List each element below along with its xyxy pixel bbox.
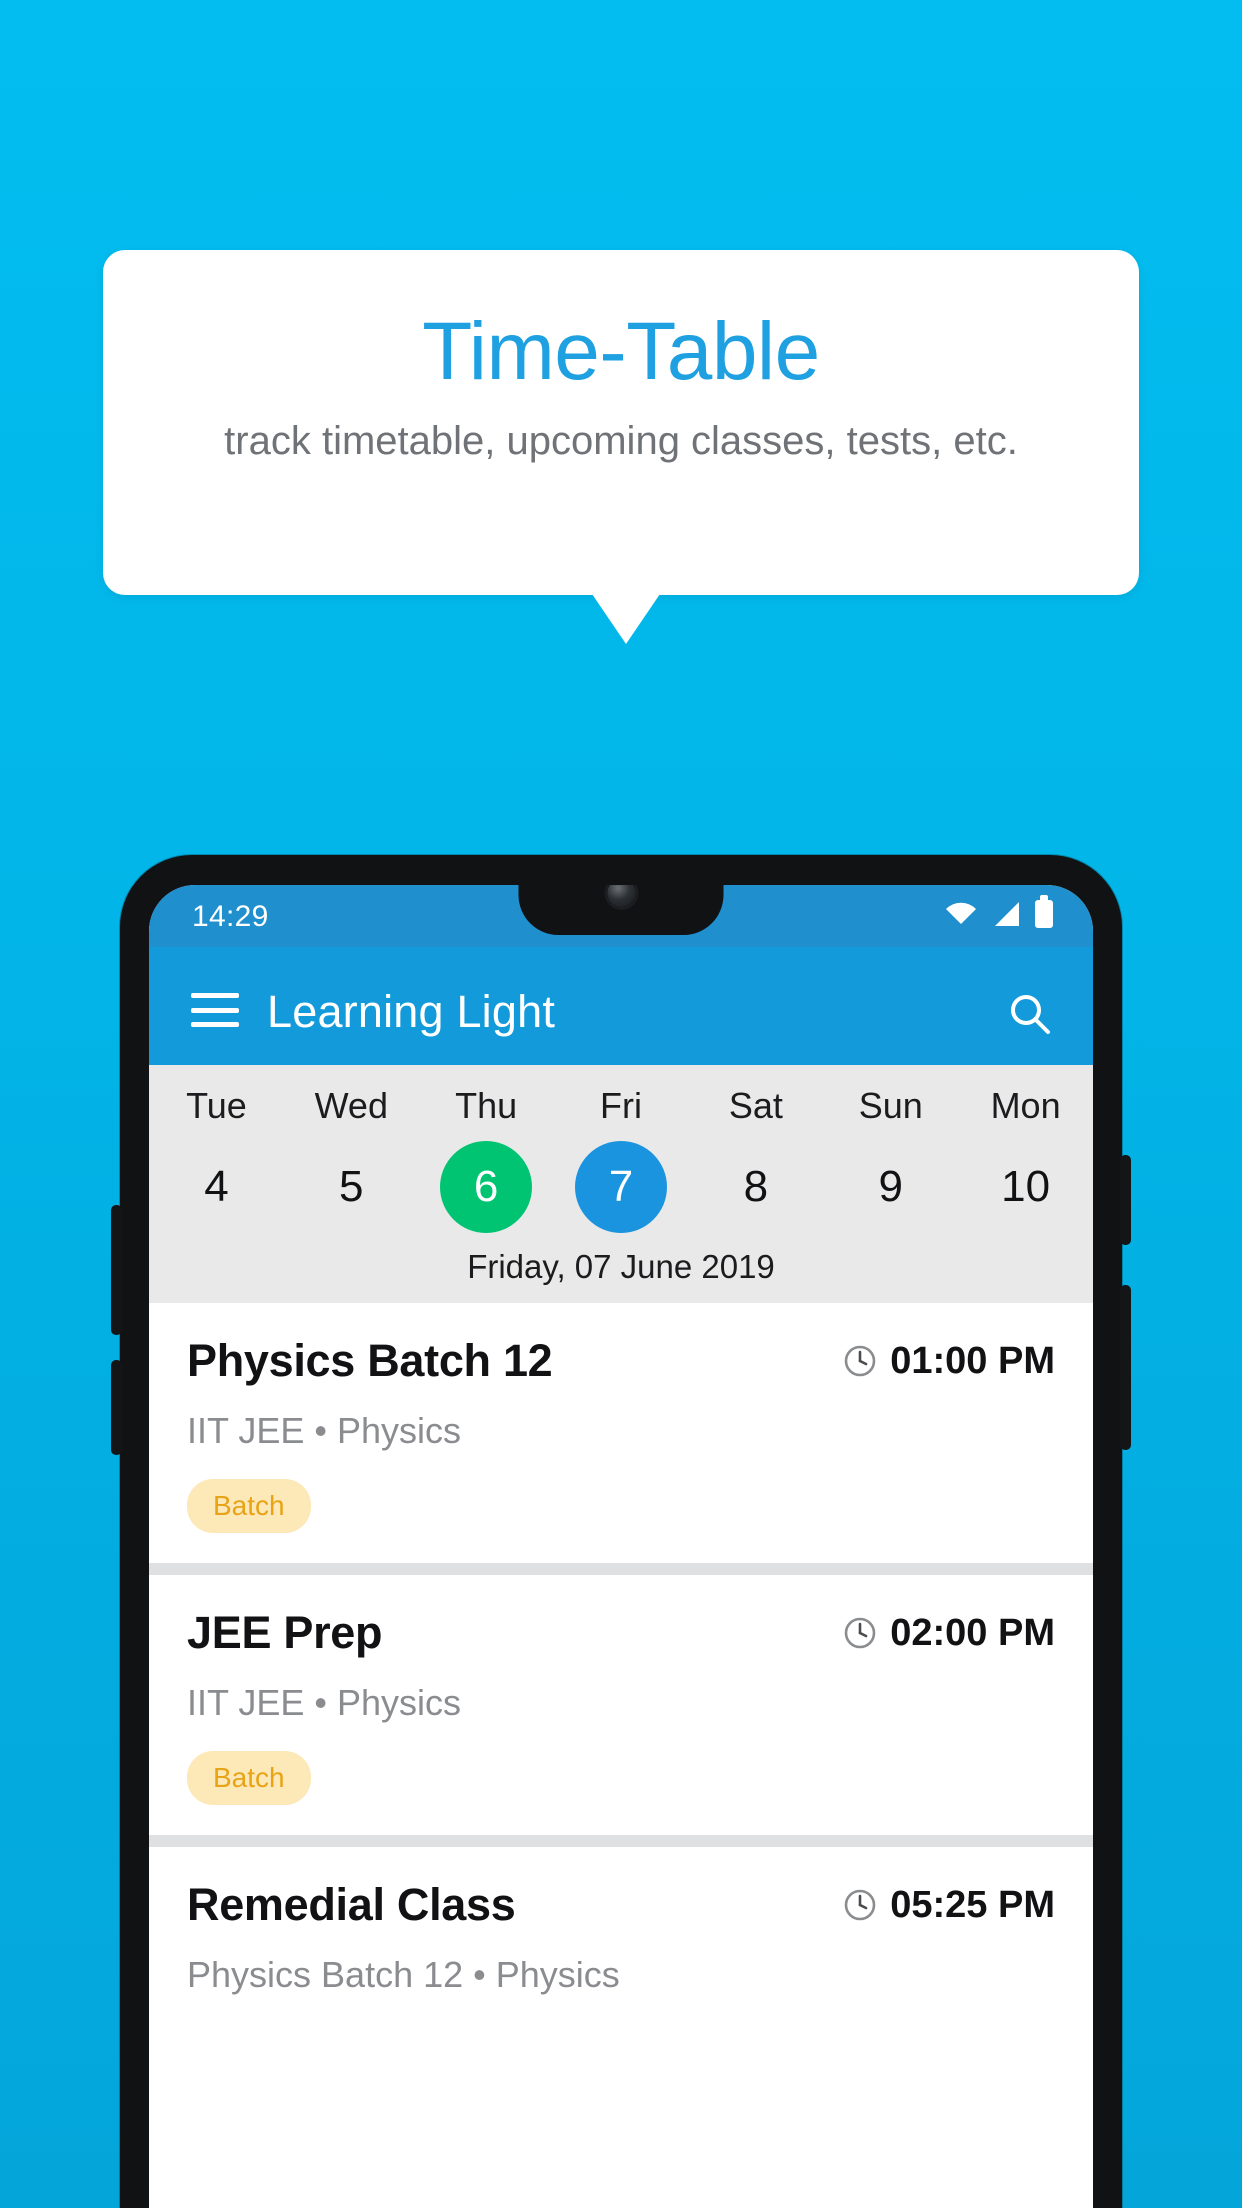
callout-tail-triangle <box>592 594 660 644</box>
calendar-date-numbers: 4 5 6 7 8 9 10 <box>149 1141 1093 1233</box>
status-bar: 14:29 <box>149 885 1093 947</box>
status-time: 14:29 <box>192 900 269 933</box>
signal-icon <box>991 901 1021 927</box>
class-time: 05:25 PM <box>890 1884 1055 1926</box>
class-card[interactable]: Physics Batch 12 01:00 PM IIT JEE • Phys… <box>149 1303 1093 1563</box>
calendar-date-value: 4 <box>204 1162 229 1211</box>
day-name: Sat <box>728 1085 783 1126</box>
promo-screenshot: Time-Table track timetable, upcoming cla… <box>0 0 1242 2208</box>
class-title: Remedial Class <box>187 1879 516 1930</box>
phone-button-right-lower <box>1120 1285 1131 1450</box>
calendar-date-cell-today[interactable]: 6 <box>419 1141 554 1233</box>
class-card-header: Remedial Class 05:25 PM <box>187 1879 1055 1931</box>
phone-notch <box>518 885 724 935</box>
clock-icon <box>843 1344 877 1378</box>
clock-icon <box>843 1616 877 1650</box>
class-subtitle: Physics Batch 12 • Physics <box>187 1954 620 1995</box>
app-title: Learning Light <box>267 986 556 1037</box>
calendar-date-value: 9 <box>878 1162 903 1211</box>
class-title: Physics Batch 12 <box>187 1335 553 1386</box>
phone-mockup: 14:29 Learning Light Tue Wed Thu Fri Sat… <box>111 855 1131 2208</box>
class-time: 02:00 PM <box>890 1612 1055 1654</box>
promo-callout-card: Time-Table track timetable, upcoming cla… <box>103 250 1139 595</box>
class-card[interactable]: Remedial Class 05:25 PM Physics Batch 12… <box>149 1847 1093 2027</box>
class-card[interactable]: JEE Prep 02:00 PM IIT JEE • Physics Batc… <box>149 1575 1093 1835</box>
calendar-date-value: 7 <box>608 1162 634 1211</box>
selected-date-label: Friday, 07 June 2019 <box>467 1248 775 1285</box>
front-camera <box>607 885 635 907</box>
day-name: Wed <box>314 1085 388 1126</box>
calendar-date-value: 10 <box>1001 1162 1051 1211</box>
class-card-header: Physics Batch 12 01:00 PM <box>187 1335 1055 1387</box>
day-name: Thu <box>455 1085 518 1126</box>
phone-button-left-upper <box>111 1205 122 1335</box>
class-time-group: 02:00 PM <box>843 1611 1055 1655</box>
calendar-day-names: Tue Wed Thu Fri Sat Sun Mon <box>149 1083 1093 1129</box>
calendar-strip: Tue Wed Thu Fri Sat Sun Mon 4 5 6 7 8 9 … <box>149 1065 1093 1303</box>
wifi-icon <box>945 902 977 926</box>
class-time-group: 01:00 PM <box>843 1339 1055 1383</box>
promo-title: Time-Table <box>422 306 820 397</box>
class-subtitle: IIT JEE • Physics <box>187 1682 462 1723</box>
promo-subtitle: track timetable, upcoming classes, tests… <box>224 419 1018 463</box>
calendar-date-value: 6 <box>473 1162 499 1211</box>
phone-button-left-lower <box>111 1360 122 1455</box>
day-name: Sun <box>858 1085 923 1126</box>
calendar-date-cell-selected[interactable]: 7 <box>554 1141 689 1233</box>
search-icon[interactable] <box>1009 993 1051 1035</box>
day-name: Mon <box>990 1085 1061 1126</box>
calendar-date-cell[interactable]: 5 <box>284 1141 419 1233</box>
battery-icon <box>1035 895 1053 928</box>
calendar-date-cell[interactable]: 4 <box>149 1141 284 1233</box>
class-badge: Batch <box>187 1479 311 1533</box>
clock-icon <box>843 1888 877 1922</box>
class-time-group: 05:25 PM <box>843 1883 1055 1927</box>
calendar-date-cell[interactable]: 9 <box>823 1141 958 1233</box>
class-subtitle: IIT JEE • Physics <box>187 1410 462 1451</box>
hamburger-icon[interactable] <box>191 993 239 1027</box>
class-card-header: JEE Prep 02:00 PM <box>187 1607 1055 1659</box>
phone-button-right-upper <box>1120 1155 1131 1245</box>
calendar-date-value: 8 <box>743 1162 769 1211</box>
day-name: Tue <box>186 1085 247 1126</box>
class-badge: Batch <box>187 1751 311 1805</box>
calendar-date-value: 5 <box>339 1162 364 1211</box>
class-title: JEE Prep <box>187 1607 383 1658</box>
calendar-date-cell[interactable]: 8 <box>688 1141 823 1233</box>
class-time: 01:00 PM <box>890 1340 1055 1382</box>
calendar-date-cell[interactable]: 10 <box>958 1141 1093 1233</box>
app-bar: Learning Light <box>149 947 1093 1065</box>
day-name: Fri <box>600 1085 642 1126</box>
status-icons <box>945 895 1053 928</box>
phone-screen: 14:29 Learning Light Tue Wed Thu Fri Sat… <box>149 885 1093 2208</box>
class-list: Physics Batch 12 01:00 PM IIT JEE • Phys… <box>149 1303 1093 2027</box>
